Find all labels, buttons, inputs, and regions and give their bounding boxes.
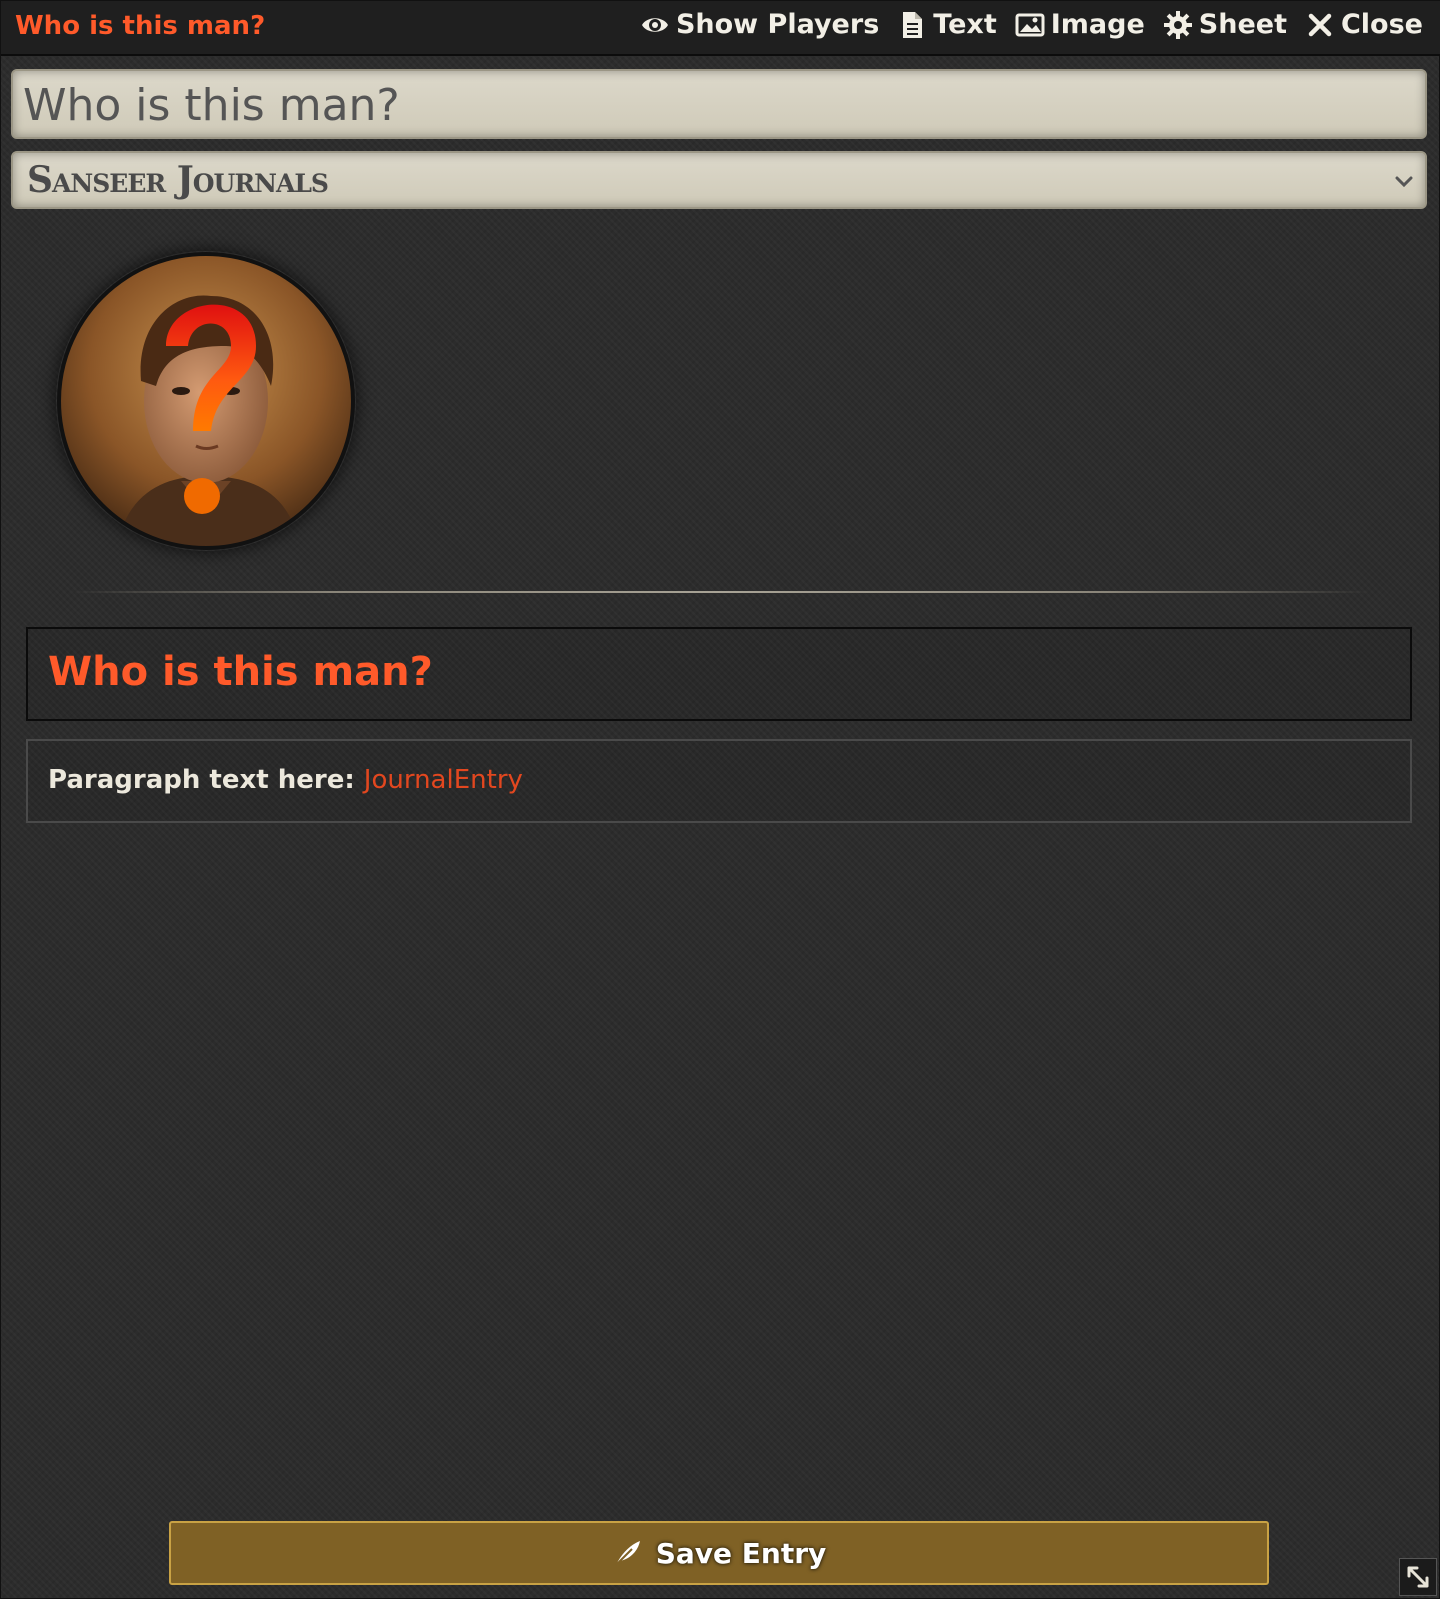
- image-label: Image: [1050, 9, 1145, 40]
- chevron-down-icon: [1395, 176, 1413, 188]
- close-label: Close: [1340, 9, 1423, 40]
- resize-handle[interactable]: [1399, 1558, 1437, 1596]
- content-heading: Who is this man?: [48, 649, 433, 695]
- gear-icon: [1163, 10, 1192, 39]
- journal-entry-link[interactable]: JournalEntry: [364, 765, 523, 795]
- section-divider: [71, 591, 1371, 593]
- text-label: Text: [933, 9, 997, 40]
- entry-name-field: [11, 69, 1427, 139]
- feather-icon: [615, 1541, 640, 1566]
- portrait-image: [57, 252, 355, 550]
- text-button[interactable]: Text: [897, 9, 997, 40]
- show-players-label: Show Players: [675, 9, 880, 40]
- header-controls: Show Players Text Image Sheet Close: [640, 9, 1423, 40]
- paragraph-prefix: Paragraph text here:: [48, 765, 364, 795]
- window-title: Who is this man?: [15, 11, 266, 41]
- show-players-button[interactable]: Show Players: [640, 9, 879, 40]
- window-header[interactable]: Who is this man? Show Players Text Image…: [1, 1, 1440, 56]
- folder-select[interactable]: Sanseer Journals: [11, 151, 1427, 209]
- save-entry-label: Save Entry: [655, 1536, 827, 1570]
- close-icon: [1308, 13, 1332, 36]
- resize-arrow-icon: [1407, 1566, 1429, 1588]
- journal-sheet-window: Who is this man? Show Players Text Image…: [0, 0, 1440, 1599]
- entry-portrait[interactable]: [56, 251, 356, 551]
- sheet-label: Sheet: [1198, 9, 1287, 40]
- eye-icon: [641, 17, 668, 32]
- folder-select-value: Sanseer Journals: [27, 159, 329, 201]
- content-paragraph-block[interactable]: Paragraph text here: JournalEntry: [26, 739, 1412, 823]
- content-heading-block[interactable]: Who is this man?: [26, 627, 1412, 721]
- paragraph-text: Paragraph text here: JournalEntry: [48, 765, 523, 795]
- file-text-icon: [903, 11, 923, 38]
- close-button[interactable]: Close: [1305, 9, 1423, 40]
- save-entry-button[interactable]: Save Entry: [169, 1521, 1269, 1585]
- sheet-button[interactable]: Sheet: [1163, 9, 1287, 40]
- entry-name-input[interactable]: [21, 79, 1415, 131]
- image-icon: [1015, 13, 1045, 36]
- image-button[interactable]: Image: [1015, 9, 1145, 40]
